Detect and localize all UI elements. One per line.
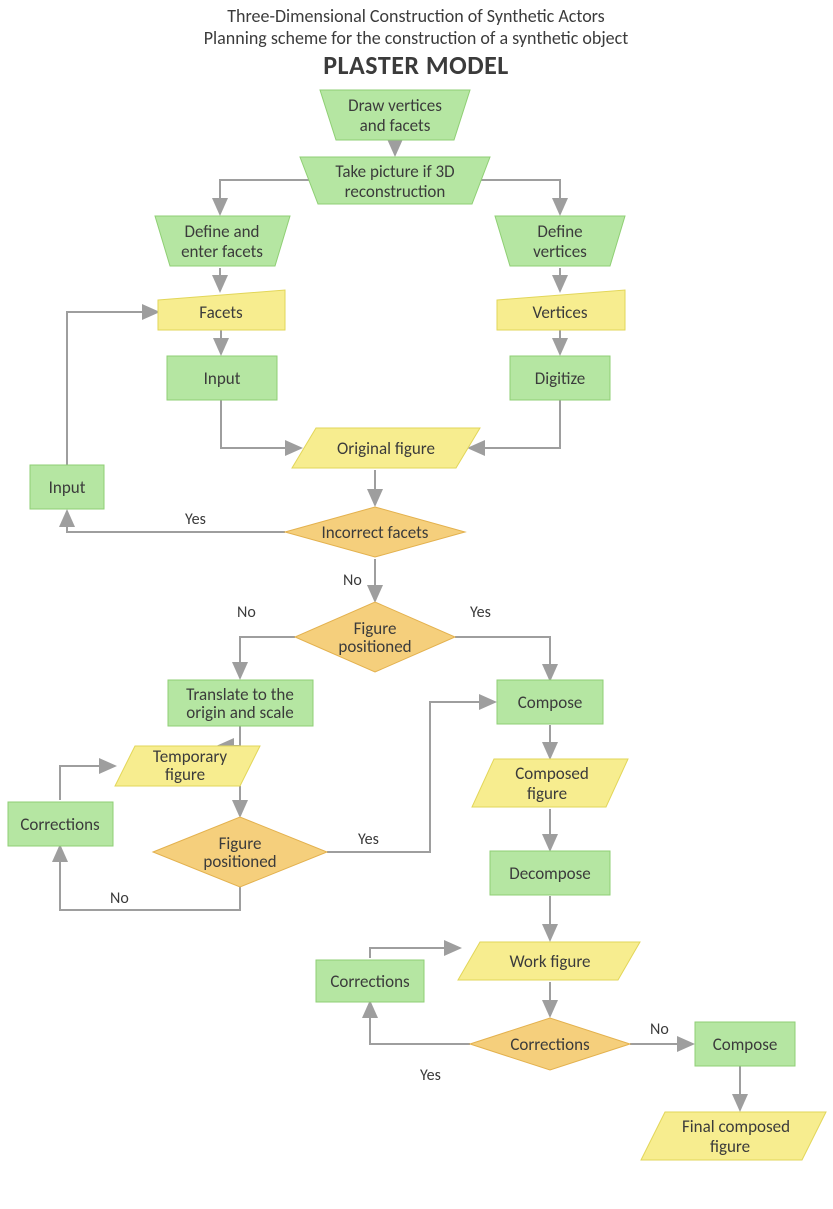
svg-text:Original figure: Original figure [337,438,435,459]
svg-text:Input: Input [49,477,86,498]
svg-text:Corrections: Corrections [20,814,100,835]
node-translate-origin-scale: Translate to the origin and scale [168,680,313,726]
node-compose-1: Compose [497,680,603,724]
title-line-1: Three-Dimensional Construction of Synthe… [227,5,604,27]
node-input: Input [167,356,277,400]
svg-text:Final composed: Final composed [682,1116,790,1137]
node-corrections-2: Corrections [316,960,424,1002]
svg-text:Corrections: Corrections [330,971,410,992]
node-input-loop: Input [30,465,104,509]
node-figure-positioned-2: Figure positioned [153,817,327,887]
node-original-figure: Original figure [292,428,480,468]
svg-text:Composed: Composed [515,763,589,784]
svg-text:Work figure: Work figure [510,951,591,972]
node-composed-figure: Composed figure [472,759,628,807]
edge-label: Yes [420,1066,441,1085]
node-define-enter-facets: Define and enter facets [155,216,290,266]
node-take-picture: Take picture if 3D reconstruction [300,157,490,204]
svg-text:figure: figure [710,1136,750,1157]
svg-text:figure: figure [165,764,205,785]
node-incorrect-facets: Incorrect facets [285,507,465,557]
svg-text:Vertices: Vertices [533,302,588,323]
svg-text:Define and: Define and [184,221,259,242]
edge-label: Yes [470,603,491,622]
edge-label: Yes [358,830,379,849]
node-work-figure: Work figure [458,942,640,980]
node-digitize: Digitize [510,356,610,400]
flowchart: Three-Dimensional Construction of Synthe… [0,0,833,1209]
edge-label: No [343,571,362,590]
svg-text:origin and scale: origin and scale [186,702,294,723]
svg-text:Compose: Compose [518,692,583,713]
node-final-composed-figure: Final composed figure [641,1112,826,1160]
svg-text:and facets: and facets [360,115,431,136]
node-draw-vertices-facets: Draw vertices and facets [320,90,470,140]
title-line-3: PLASTER MODEL [323,49,509,81]
edge-label: Yes [185,510,206,529]
svg-text:Take picture if 3D: Take picture if 3D [335,161,454,182]
node-define-vertices: Define vertices [495,216,625,266]
node-corrections-decision: Corrections [470,1018,630,1070]
svg-text:Corrections: Corrections [510,1034,590,1055]
svg-text:Define: Define [537,221,582,242]
svg-text:Draw vertices: Draw vertices [348,95,442,116]
node-vertices: Vertices [497,290,625,330]
svg-text:Facets: Facets [199,302,243,323]
node-figure-positioned-1: Figure positioned [295,602,455,672]
node-compose-2: Compose [695,1022,795,1066]
svg-text:Compose: Compose [713,1034,778,1055]
svg-text:vertices: vertices [533,241,587,262]
svg-text:Digitize: Digitize [535,368,586,389]
node-facets: Facets [158,290,285,330]
svg-text:enter facets: enter facets [181,241,263,262]
svg-text:Input: Input [204,368,241,389]
node-corrections-1: Corrections [8,802,113,846]
svg-text:reconstruction: reconstruction [345,181,446,202]
node-temporary-figure: Temporary figure [115,746,260,786]
title-line-2: Planning scheme for the construction of … [204,27,629,49]
edge-label: No [110,889,129,908]
edge-label: No [237,603,256,622]
edge-label: No [650,1020,669,1039]
svg-text:positioned: positioned [338,636,411,657]
svg-text:Decompose: Decompose [509,863,591,884]
node-decompose: Decompose [490,851,610,895]
svg-text:Incorrect facets: Incorrect facets [322,522,429,543]
svg-text:figure: figure [527,783,567,804]
svg-text:positioned: positioned [203,851,276,872]
